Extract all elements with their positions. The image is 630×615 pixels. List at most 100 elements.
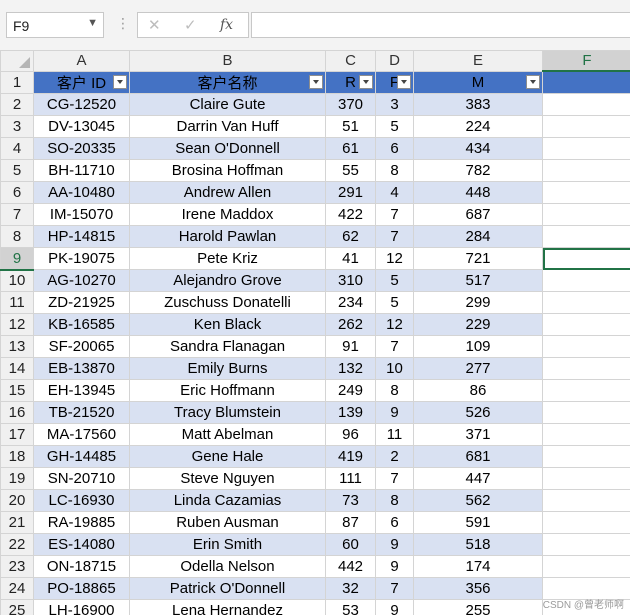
- row-header[interactable]: 22: [0, 533, 34, 556]
- table-cell[interactable]: Brosina Hoffman: [129, 159, 326, 182]
- filter-dropdown-icon[interactable]: [309, 74, 323, 89]
- column-header-f[interactable]: F: [542, 50, 630, 72]
- row-header[interactable]: 2: [0, 93, 34, 116]
- table-cell[interactable]: 356: [413, 577, 543, 600]
- table-cell[interactable]: 526: [413, 401, 543, 424]
- table-cell[interactable]: 73: [325, 489, 376, 512]
- row-header[interactable]: 21: [0, 511, 34, 534]
- table-cell[interactable]: 310: [325, 269, 376, 292]
- table-cell[interactable]: BH-11710: [33, 159, 130, 182]
- empty-cell[interactable]: [542, 225, 630, 248]
- row-header[interactable]: 4: [0, 137, 34, 160]
- table-cell[interactable]: MA-17560: [33, 423, 130, 446]
- table-cell[interactable]: 721: [413, 247, 543, 270]
- empty-cell[interactable]: [542, 489, 630, 512]
- table-cell[interactable]: KB-16585: [33, 313, 130, 336]
- table-cell[interactable]: 9: [375, 533, 414, 556]
- name-box[interactable]: F9 ▼: [6, 12, 104, 38]
- table-cell[interactable]: LH-16900: [33, 599, 130, 615]
- filter-dropdown-icon[interactable]: [526, 74, 540, 89]
- table-cell[interactable]: 5: [375, 291, 414, 314]
- table-cell[interactable]: 448: [413, 181, 543, 204]
- row-header[interactable]: 25: [0, 599, 34, 615]
- cancel-icon[interactable]: ✕: [148, 16, 161, 34]
- table-cell[interactable]: 174: [413, 555, 543, 578]
- table-cell[interactable]: DV-13045: [33, 115, 130, 138]
- empty-cell[interactable]: [542, 335, 630, 358]
- table-cell[interactable]: 96: [325, 423, 376, 446]
- table-cell[interactable]: 60: [325, 533, 376, 556]
- table-cell[interactable]: Linda Cazamias: [129, 489, 326, 512]
- formula-input[interactable]: [251, 12, 630, 38]
- table-cell[interactable]: Erin Smith: [129, 533, 326, 556]
- row-header[interactable]: 17: [0, 423, 34, 446]
- table-cell[interactable]: 434: [413, 137, 543, 160]
- column-header-e[interactable]: E: [413, 50, 543, 72]
- table-cell[interactable]: ON-18715: [33, 555, 130, 578]
- table-cell[interactable]: 109: [413, 335, 543, 358]
- table-cell[interactable]: Emily Burns: [129, 357, 326, 380]
- row-header[interactable]: 7: [0, 203, 34, 226]
- table-cell[interactable]: EB-13870: [33, 357, 130, 380]
- table-cell[interactable]: 7: [375, 203, 414, 226]
- table-cell[interactable]: 517: [413, 269, 543, 292]
- table-cell[interactable]: TB-21520: [33, 401, 130, 424]
- empty-cell[interactable]: [542, 159, 630, 182]
- table-cell[interactable]: 7: [375, 467, 414, 490]
- empty-cell[interactable]: [542, 533, 630, 556]
- table-cell[interactable]: 591: [413, 511, 543, 534]
- table-header-cell[interactable]: 客户 ID: [33, 70, 130, 94]
- empty-cell[interactable]: [542, 379, 630, 402]
- row-header[interactable]: 9: [0, 247, 34, 271]
- table-cell[interactable]: Sean O'Donnell: [129, 137, 326, 160]
- table-cell[interactable]: 249: [325, 379, 376, 402]
- table-cell[interactable]: 371: [413, 423, 543, 446]
- enter-check-icon[interactable]: ✓: [184, 16, 197, 34]
- table-cell[interactable]: IM-15070: [33, 203, 130, 226]
- table-header-cell[interactable]: M: [413, 70, 543, 94]
- table-cell[interactable]: 681: [413, 445, 543, 468]
- active-cell[interactable]: [542, 247, 630, 270]
- row-header[interactable]: 1: [0, 70, 34, 94]
- table-cell[interactable]: 422: [325, 203, 376, 226]
- table-cell[interactable]: PO-18865: [33, 577, 130, 600]
- table-cell[interactable]: 7: [375, 577, 414, 600]
- column-header-a[interactable]: A: [33, 50, 130, 72]
- formula-bar-grip-icon[interactable]: ⋮: [116, 15, 130, 32]
- empty-cell[interactable]: [542, 467, 630, 490]
- select-all-corner[interactable]: [0, 50, 34, 72]
- empty-cell[interactable]: [542, 313, 630, 336]
- column-header-b[interactable]: B: [129, 50, 326, 72]
- table-cell[interactable]: 782: [413, 159, 543, 182]
- table-cell[interactable]: 32: [325, 577, 376, 600]
- table-cell[interactable]: Claire Gute: [129, 93, 326, 116]
- empty-cell[interactable]: [542, 357, 630, 380]
- table-cell[interactable]: 61: [325, 137, 376, 160]
- empty-cell[interactable]: [542, 137, 630, 160]
- table-cell[interactable]: GH-14485: [33, 445, 130, 468]
- table-cell[interactable]: 86: [413, 379, 543, 402]
- chevron-down-icon[interactable]: ▼: [87, 17, 98, 29]
- table-cell[interactable]: EH-13945: [33, 379, 130, 402]
- table-cell[interactable]: 41: [325, 247, 376, 270]
- table-cell[interactable]: AA-10480: [33, 181, 130, 204]
- table-cell[interactable]: 442: [325, 555, 376, 578]
- table-cell[interactable]: 12: [375, 247, 414, 270]
- table-cell[interactable]: ZD-21925: [33, 291, 130, 314]
- row-header[interactable]: 20: [0, 489, 34, 512]
- table-cell[interactable]: 4: [375, 181, 414, 204]
- table-cell[interactable]: Patrick O'Donnell: [129, 577, 326, 600]
- table-cell[interactable]: 447: [413, 467, 543, 490]
- table-cell[interactable]: Eric Hoffmann: [129, 379, 326, 402]
- row-header[interactable]: 3: [0, 115, 34, 138]
- empty-cell[interactable]: [542, 291, 630, 314]
- table-cell[interactable]: 2: [375, 445, 414, 468]
- empty-cell[interactable]: [542, 70, 630, 94]
- table-cell[interactable]: SN-20710: [33, 467, 130, 490]
- table-cell[interactable]: 5: [375, 115, 414, 138]
- row-header[interactable]: 16: [0, 401, 34, 424]
- table-cell[interactable]: 229: [413, 313, 543, 336]
- table-cell[interactable]: 9: [375, 599, 414, 615]
- table-cell[interactable]: 277: [413, 357, 543, 380]
- row-header[interactable]: 19: [0, 467, 34, 490]
